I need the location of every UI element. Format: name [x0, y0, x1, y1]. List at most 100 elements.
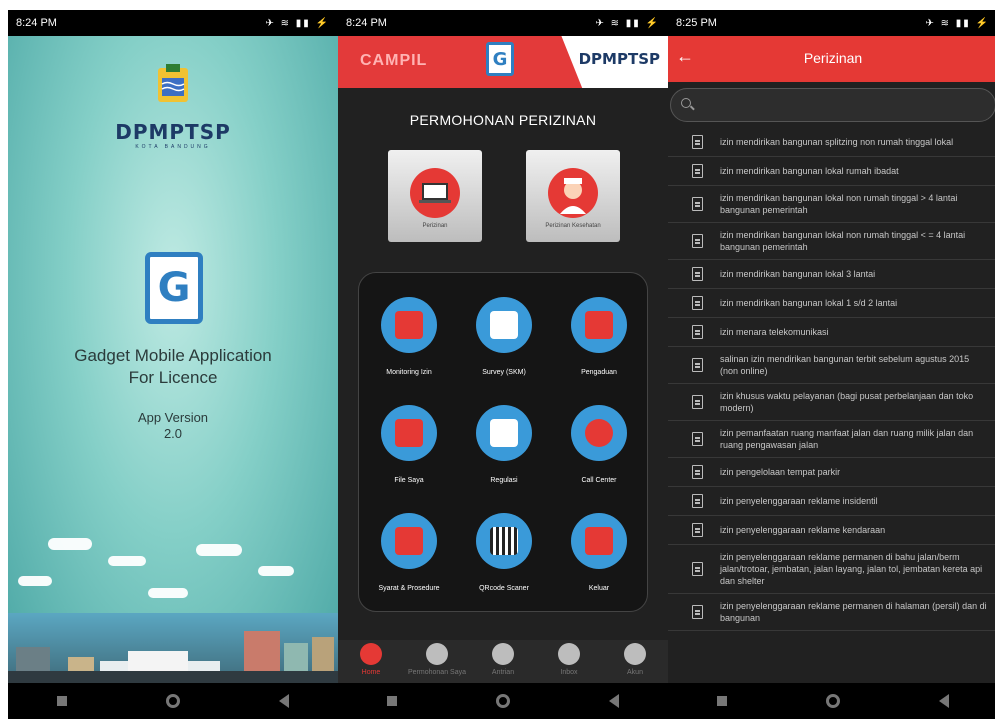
- list-item-label: izin penyelenggaraan reklame insidentil: [720, 496, 878, 506]
- perizinan-kesehatan-card[interactable]: Perizinan Kesehatan: [526, 150, 620, 242]
- list-item[interactable]: izin mendirikan bangunan lokal non rumah…: [668, 223, 995, 260]
- menu-item-label: Regulasi: [490, 477, 518, 484]
- home-system-button[interactable]: [495, 694, 510, 708]
- nav-item-label: Inbox: [560, 669, 578, 676]
- back-system-button[interactable]: [608, 694, 619, 708]
- home-system-button[interactable]: [165, 694, 180, 708]
- home-system-button[interactable]: [825, 694, 840, 708]
- city-crest-icon: [158, 64, 188, 102]
- cloud-decoration: [18, 576, 52, 586]
- perizinan-card[interactable]: Perizinan: [388, 150, 482, 242]
- list-item-label: izin mendirikan bangunan lokal rumah iba…: [720, 166, 899, 176]
- menu-item-pengaduan[interactable]: Pengaduan: [554, 287, 644, 387]
- home-icon: [360, 643, 382, 665]
- list-item[interactable]: izin penyelenggaraan reklame insidentil: [668, 487, 995, 516]
- list-item[interactable]: izin khusus waktu pelayanan (bagi pusat …: [668, 384, 995, 421]
- nav-item-inbox[interactable]: Inbox: [536, 640, 602, 683]
- nav-item-antrian[interactable]: Antrian: [470, 640, 536, 683]
- status-bar: 8:25 PM ✈ ≋ ▮▮ ⚡: [668, 10, 995, 36]
- list-item[interactable]: salinan izin mendirikan bangunan terbit …: [668, 347, 995, 384]
- status-time: 8:24 PM: [16, 17, 57, 29]
- document-icon: [692, 605, 703, 619]
- menu-item-survey[interactable]: Survey (SKM): [459, 287, 549, 387]
- laptop-icon: [410, 168, 460, 218]
- list-item[interactable]: izin mendirikan bangunan lokal non rumah…: [668, 186, 995, 223]
- headset-icon: [571, 405, 627, 461]
- cloud-decoration: [148, 588, 188, 598]
- menu-item-label: QRcode Scaner: [479, 585, 529, 592]
- search-input[interactable]: [699, 94, 989, 116]
- dpmptsp-logo-text: DPMPTSP: [115, 120, 231, 144]
- menu-item-file-saya[interactable]: File Saya: [364, 395, 454, 495]
- cloud-decoration: [258, 566, 294, 576]
- list-item[interactable]: izin pengelolaan tempat parkir: [668, 458, 995, 487]
- menu-item-label: Call Center: [581, 477, 617, 484]
- perizinan-list: izin mendirikan bangunan splitzing non r…: [668, 128, 995, 683]
- menu-item-keluar[interactable]: Keluar: [554, 503, 644, 603]
- list-item-label: izin mendirikan bangunan lokal 3 lantai: [720, 269, 876, 279]
- system-nav-bar: [338, 683, 668, 719]
- document-icon: [692, 234, 703, 248]
- status-time: 8:25 PM: [676, 17, 717, 29]
- cloud-decoration: [108, 556, 146, 566]
- document-icon: [692, 197, 703, 211]
- list-item[interactable]: izin pemanfaatan ruang manfaat jalan dan…: [668, 421, 995, 458]
- list-item[interactable]: izin mendirikan bangunan lokal rumah iba…: [668, 157, 995, 186]
- recents-button[interactable]: [717, 696, 728, 706]
- nav-item-label: Antrian: [491, 669, 515, 676]
- perizinan-list-screen: 8:25 PM ✈ ≋ ▮▮ ⚡ ← Perizinan izin mendir…: [668, 10, 995, 719]
- road-decoration: [8, 671, 338, 683]
- list-item[interactable]: izin mendirikan bangunan lokal 1 s/d 2 l…: [668, 289, 995, 318]
- document-icon: [692, 432, 703, 446]
- app-version: App Version 2.0: [8, 410, 338, 442]
- list-item[interactable]: izin penyelenggaraan reklame permanen di…: [668, 545, 995, 594]
- menu-item-monitoring-izin[interactable]: Monitoring Izin: [364, 287, 454, 387]
- menu-item-label: Monitoring Izin: [386, 369, 432, 376]
- status-time: 8:24 PM: [346, 17, 387, 29]
- list-item[interactable]: izin menara telekomunikasi: [668, 318, 995, 347]
- search-icon: [681, 98, 691, 108]
- back-system-button[interactable]: [278, 694, 289, 708]
- list-item[interactable]: izin penyelenggaraan reklame permanen di…: [668, 594, 995, 631]
- cloud-decoration: [196, 544, 242, 556]
- list-item-label: izin mendirikan bangunan lokal non rumah…: [720, 230, 966, 252]
- back-system-button[interactable]: [938, 694, 949, 708]
- campil-logo-text: CAMPIL: [360, 52, 428, 69]
- menu-item-label: Syarat & Prosedure: [378, 585, 440, 592]
- app-title-line2: For Licence: [128, 368, 218, 387]
- chat-icon: [571, 297, 627, 353]
- app-header: CAMPIL G DPMPTSP: [338, 36, 668, 88]
- nav-item-home[interactable]: Home: [338, 640, 404, 683]
- document-icon: [692, 494, 703, 508]
- list-item[interactable]: izin penyelenggaraan reklame kendaraan: [668, 516, 995, 545]
- app-header: ← Perizinan: [668, 36, 995, 82]
- document-icon: [692, 562, 703, 576]
- recents-button[interactable]: [387, 696, 398, 706]
- status-bar: 8:24 PM ✈ ≋ ▮▮ ⚡: [8, 10, 338, 36]
- cloud-decoration: [48, 538, 92, 550]
- clipboard-icon: [476, 297, 532, 353]
- list-item-label: izin penyelenggaraan reklame permanen di…: [720, 552, 983, 586]
- list-item[interactable]: izin mendirikan bangunan splitzing non r…: [668, 128, 995, 157]
- page-title: PERMOHONAN PERIZINAN: [409, 112, 597, 128]
- menu-item-label: Survey (SKM): [482, 369, 526, 376]
- recents-button[interactable]: [57, 696, 68, 706]
- status-bar: 8:24 PM ✈ ≋ ▮▮ ⚡: [338, 10, 668, 36]
- menu-item-call-center[interactable]: Call Center: [554, 395, 644, 495]
- menu-item-label: Pengaduan: [581, 369, 617, 376]
- menu-item-qrcode-scaner[interactable]: QRcode Scaner: [459, 503, 549, 603]
- document-icon: [692, 523, 703, 537]
- folder-icon: [381, 405, 437, 461]
- nav-item-permohonan-saya[interactable]: Permohonan Saya: [404, 640, 470, 683]
- menu-item-syarat-prosedure[interactable]: Syarat & Prosedure: [364, 503, 454, 603]
- menu-item-label: Keluar: [588, 585, 610, 592]
- status-icons: ✈ ≋ ▮▮ ⚡: [925, 17, 990, 29]
- list-item-label: izin mendirikan bangunan lokal 1 s/d 2 l…: [720, 298, 898, 308]
- nav-item-label: Permohonan Saya: [408, 669, 466, 676]
- nav-item-akun[interactable]: Akun: [602, 640, 668, 683]
- menu-item-regulasi[interactable]: Regulasi: [459, 395, 549, 495]
- list-item-label: salinan izin mendirikan bangunan terbit …: [720, 354, 970, 376]
- document-icon: [381, 513, 437, 569]
- list-item-label: izin pengelolaan tempat parkir: [720, 467, 841, 477]
- list-item[interactable]: izin mendirikan bangunan lokal 3 lantai: [668, 260, 995, 289]
